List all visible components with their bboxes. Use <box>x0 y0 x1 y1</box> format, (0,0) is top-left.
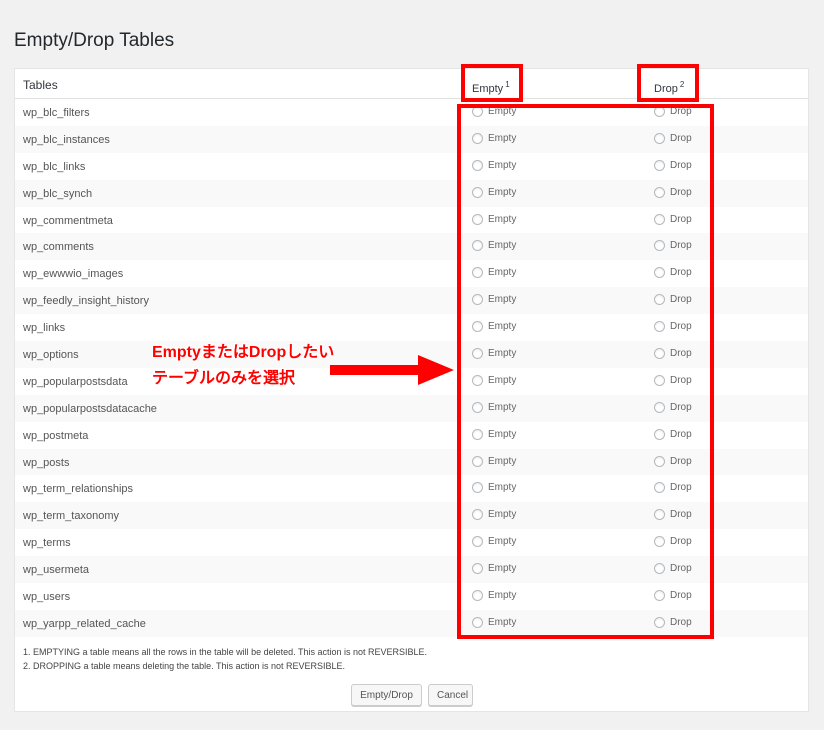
table-name: wp_blc_synch <box>23 187 93 200</box>
table-name: wp_ewwwio_images <box>23 268 124 281</box>
table-name: wp_term_relationships <box>23 483 134 496</box>
table-name: wp_blc_filters <box>23 107 90 119</box>
table-name: wp_comments <box>23 241 94 254</box>
table-name: wp_posts <box>23 456 70 469</box>
header-tables: Tables <box>23 78 58 92</box>
table-name: wp_term_taxonomy <box>23 510 119 523</box>
empty-drop-button[interactable]: Empty/Drop <box>351 684 422 706</box>
table-name: wp_feedly_insight_history <box>23 295 149 308</box>
table-name: wp_usermeta <box>23 564 90 577</box>
footnote-2: 2. DROPPING a table means deleting the t… <box>23 661 345 671</box>
page-title: Empty/Drop Tables <box>14 30 175 51</box>
table-name: wp_links <box>23 322 66 335</box>
table-name: wp_blc_links <box>23 160 86 173</box>
table-name: wp_blc_instances <box>23 133 110 146</box>
table-name: wp_options <box>23 349 79 362</box>
empty-header-highlight <box>461 64 523 102</box>
table-name: wp_terms <box>23 537 71 550</box>
table-name: wp_users <box>23 591 71 604</box>
cancel-button[interactable]: Cancel <box>428 684 473 706</box>
footnote-1: 1. EMPTYING a table means all the rows i… <box>23 647 428 657</box>
options-column-highlight <box>457 104 714 639</box>
table-name: wp_commentmeta <box>23 214 113 227</box>
footnotes: 1. EMPTYING a table means all the rows i… <box>23 645 427 673</box>
table-name: wp_popularpostsdatacache <box>23 402 157 415</box>
table-name: wp_popularpostsdata <box>23 375 128 388</box>
table-name: wp_postmeta <box>23 429 89 442</box>
arrow-right-icon <box>330 355 454 385</box>
table-name: wp_yarpp_related_cache <box>23 617 146 630</box>
drop-header-highlight <box>637 64 699 102</box>
